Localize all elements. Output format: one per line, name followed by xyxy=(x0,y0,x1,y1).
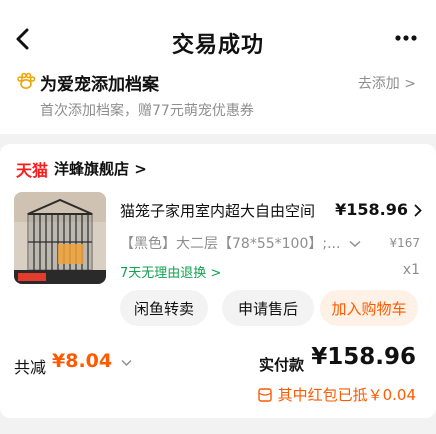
pet-banner-title: 为爱宠添加档案 xyxy=(40,75,159,95)
tmall-logo: 天猫 xyxy=(16,161,49,180)
top-bar: 交易成功 xyxy=(0,0,436,72)
coupon-text: 其中红包已抵￥0.04 xyxy=(277,386,416,404)
return-policy-link[interactable]: 7天无理由退换 > xyxy=(120,262,221,281)
store-name-link[interactable]: 洋蜂旗舰店 > xyxy=(54,158,147,179)
product-price: ¥158.96 xyxy=(335,200,408,219)
paw-icon xyxy=(17,72,36,89)
red-packet-icon xyxy=(257,387,272,402)
more-dots-icon[interactable] xyxy=(394,34,418,42)
quantity: x1 xyxy=(402,262,420,278)
resell-button[interactable]: 闲鱼转卖 xyxy=(120,290,208,326)
saved-value: ¥8.04 xyxy=(52,350,113,372)
page-title: 交易成功 xyxy=(171,33,264,58)
product-title[interactable]: 猫笼子家用室内超大自由空间 xyxy=(120,200,315,221)
coupon-note: 其中红包已抵￥0.04 xyxy=(257,384,416,405)
add-to-cart-button[interactable]: 加入购物车 xyxy=(320,290,418,326)
saved-label: 共减 xyxy=(14,358,47,377)
chevron-right-icon[interactable] xyxy=(414,204,422,217)
chevron-down-icon xyxy=(349,240,361,248)
product-sku: 【黑色】大二层【78*55*100】;... xyxy=(120,236,341,252)
saved-amount[interactable]: ¥8.04 xyxy=(52,350,132,372)
product-sku-selector[interactable]: 【黑色】大二层【78*55*100】;... xyxy=(120,233,361,253)
original-price: ¥167 xyxy=(389,236,420,250)
after-sale-button[interactable]: 申请售后 xyxy=(222,290,314,326)
paid-label: 实付款 xyxy=(258,356,304,374)
chevron-down-icon xyxy=(121,360,132,366)
order-card: 天猫 洋蜂旗舰店 > 猫笼子家用室内超大自由空间 ¥158.96 【黑色】大二层… xyxy=(0,144,436,418)
paid-amount: ¥158.96 xyxy=(311,344,416,370)
add-pet-link[interactable]: 去添加 > xyxy=(358,73,416,93)
pet-banner-subtitle: 首次添加档案，赠77元萌宠优惠券 xyxy=(40,103,254,119)
product-thumbnail[interactable] xyxy=(14,192,106,284)
pet-profile-banner[interactable]: 为爱宠添加档案 首次添加档案，赠77元萌宠优惠券 去添加 > xyxy=(0,64,436,134)
